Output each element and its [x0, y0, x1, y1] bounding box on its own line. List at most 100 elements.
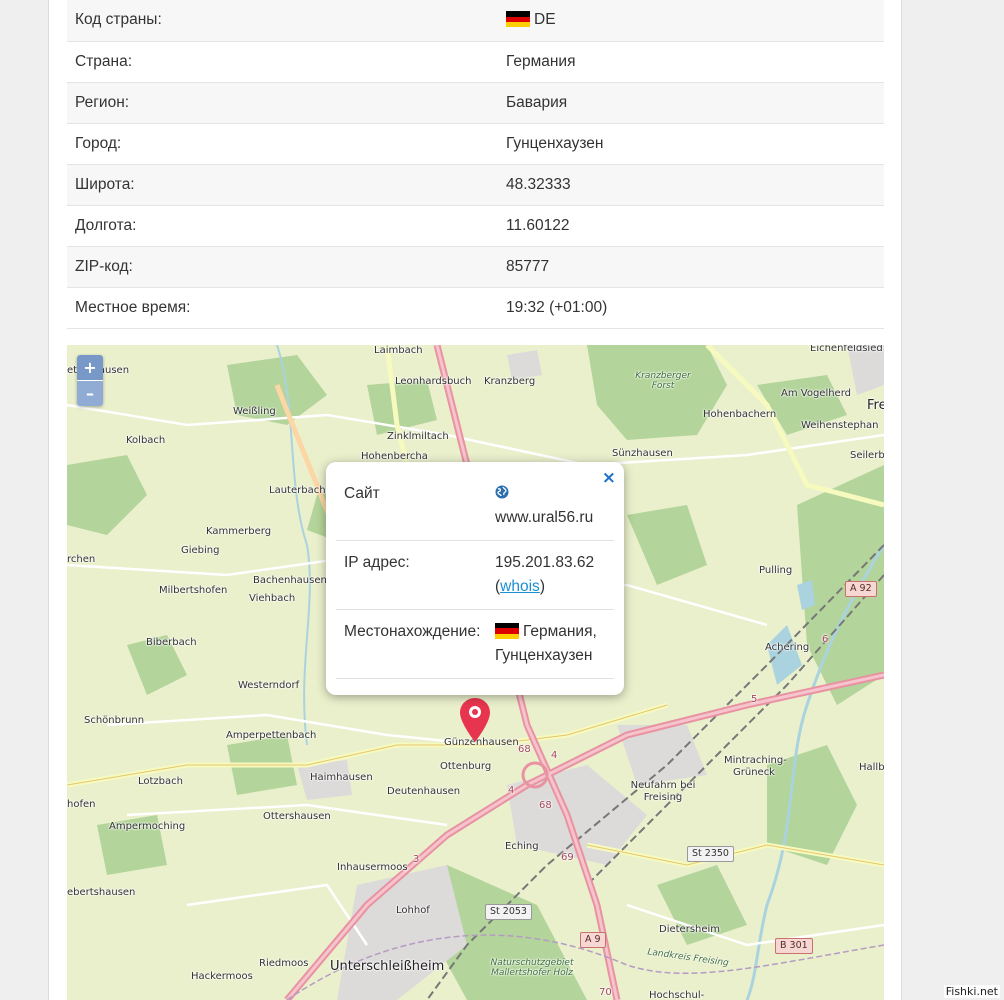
region-label: Регион:: [75, 93, 130, 111]
map-label: Hohenbercha: [361, 451, 428, 462]
zip-value: 85777: [506, 257, 550, 275]
road-shield: A 9: [580, 932, 606, 948]
map-label: Westerndorf: [238, 680, 300, 691]
country-code-label: Код страны:: [75, 11, 162, 29]
map-label: Weihenstephan: [801, 420, 879, 431]
region-value: Бавария: [506, 93, 568, 111]
location-country: Германия,: [523, 623, 597, 640]
map-label: Haimhausen: [310, 772, 373, 783]
map-label: ebertshausen: [67, 887, 136, 898]
map-label: Hochschul-: [649, 990, 705, 1000]
longitude-label: Долгота:: [75, 216, 137, 234]
forest-label: Kranzberger Forst: [635, 371, 691, 391]
map-label: Zinklmiltach: [387, 431, 449, 442]
longitude-value: 11.60122: [506, 216, 570, 234]
map-label: Biberbach: [146, 637, 197, 648]
paren-close: ): [539, 578, 545, 595]
zoom-in-button[interactable]: +: [77, 355, 103, 380]
map-label: Amperpettenbach: [226, 730, 317, 741]
map-label: Kranzberg: [484, 376, 536, 387]
zoom-out-button[interactable]: –: [77, 380, 103, 406]
country-code-value: DE: [498, 0, 884, 41]
road-shield: B 301: [775, 938, 813, 954]
table-row: Страна: Германия: [67, 41, 884, 82]
forest-label: Naturschutzgebiet Mallertshofer Holz: [490, 958, 574, 978]
table-row: Код страны: DE: [67, 0, 884, 41]
map-label: Viehbach: [249, 593, 296, 604]
table-row: Местное время: 19:32 (+01:00): [67, 287, 884, 328]
map-label: Fre: [867, 398, 884, 413]
road-number: 69: [561, 852, 574, 863]
map-label: Leonhardsbuch: [395, 376, 472, 387]
location-map[interactable]: Laimbach Leonhardsbuch Kranzberg Eichenf…: [67, 345, 884, 1000]
city-label: Город:: [75, 134, 122, 152]
road-shield: St 2053: [485, 904, 532, 920]
map-label: Ottershausen: [263, 811, 331, 822]
map-label: Weißling: [233, 406, 276, 417]
zip-label: ZIP-код:: [75, 257, 133, 275]
map-label: Lohhof: [396, 905, 430, 916]
country-value: Германия: [506, 52, 576, 70]
map-label: Kammerberg: [206, 526, 272, 537]
popup-row: Сайт www.ural56.ru: [336, 472, 614, 541]
site-label: Сайт: [336, 472, 487, 541]
map-label: Pulling: [759, 565, 793, 576]
location-label: Местонахождение:: [336, 609, 487, 679]
road-number: 4: [551, 750, 558, 761]
road-number: 6: [822, 634, 829, 645]
map-label: Ampermoching: [109, 821, 186, 832]
map-label: Riedmoos: [259, 958, 309, 969]
map-label: Kolbach: [126, 435, 166, 446]
zoom-control: + –: [77, 355, 103, 406]
map-label: Hallb: [859, 762, 884, 773]
table-row: ZIP-код: 85777: [67, 246, 884, 287]
map-label: Unterschleißheim: [330, 959, 445, 974]
popup-table: Сайт www.ural56.ru IP адрес: 195.201.83.…: [336, 472, 614, 679]
table-row: Широта: 48.32333: [67, 164, 884, 205]
map-label: Neufahrn bei Freising: [630, 780, 696, 803]
globe-icon: [495, 485, 509, 499]
whois-link[interactable]: whois: [500, 578, 540, 595]
germany-flag-icon: [506, 11, 530, 28]
road-number: 3: [413, 854, 420, 865]
location-popup: × Сайт www.ural56.ru IP адрес: 195.201.8…: [326, 462, 624, 695]
location-city: Гунценхаузен: [495, 647, 593, 664]
table-row: Долгота: 11.60122: [67, 205, 884, 246]
map-label: Achering: [765, 642, 810, 653]
ip-value-cell: 195.201.83.62 (whois): [487, 540, 614, 610]
map-label: Laimbach: [374, 345, 423, 356]
road-number: 70: [599, 987, 612, 998]
road-number: 68: [539, 800, 552, 811]
table-row: Регион: Бавария: [67, 82, 884, 123]
map-label: Hohenbachern: [703, 409, 777, 420]
germany-flag-icon: [495, 623, 519, 639]
map-label: Lotzbach: [138, 776, 183, 787]
site-value: www.ural56.ru: [495, 509, 594, 526]
map-label: Eichenfeldsied: [810, 345, 883, 354]
map-label: Inhausermoos: [337, 862, 408, 873]
latitude-value: 48.32333: [506, 175, 571, 193]
local-time-value: 19:32 (+01:00): [506, 298, 608, 316]
map-label: Dietersheim: [659, 924, 721, 935]
table-row: Город: Гунценхаузен: [67, 123, 884, 164]
ip-info-table: Код страны: DE Страна: Германия Регион: …: [67, 0, 884, 329]
map-label: Ottenburg: [440, 761, 492, 772]
city-value: Гунценхаузен: [506, 134, 604, 152]
map-label: Seilerb: [850, 450, 884, 461]
road-shield: St 2350: [687, 846, 734, 862]
map-label: Mintraching-Grüneck: [724, 755, 787, 778]
map-label: Milbertshofen: [159, 585, 228, 596]
map-label: Eching: [505, 841, 539, 852]
local-time-label: Местное время:: [75, 298, 191, 316]
map-label: Bachenhausen: [253, 575, 327, 586]
site-value-cell: www.ural56.ru: [487, 472, 614, 541]
map-label: Am Vogelherd: [781, 388, 851, 399]
watermark: Fishki.net: [943, 985, 1000, 998]
map-label: Schönbrunn: [84, 715, 145, 726]
location-pin-icon[interactable]: [459, 697, 491, 743]
popup-row: IP адрес: 195.201.83.62 (whois): [336, 540, 614, 610]
map-label: rchen: [67, 554, 96, 565]
map-label: Giebing: [181, 545, 220, 556]
map-label: Sünzhausen: [612, 448, 673, 459]
ip-label: IP адрес:: [336, 540, 487, 610]
